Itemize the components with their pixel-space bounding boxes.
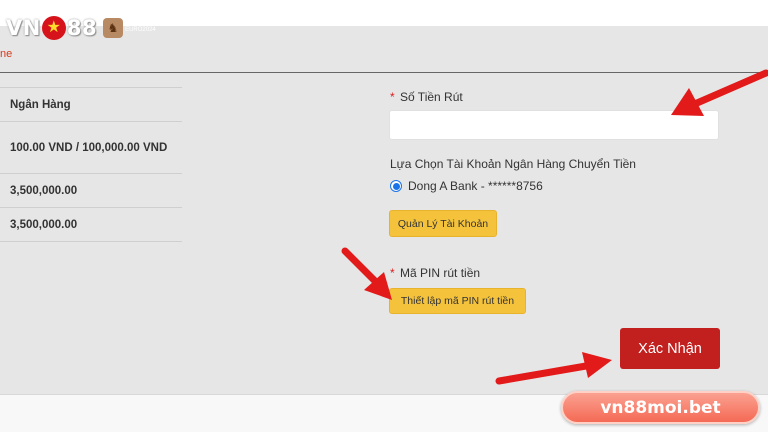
bank-account-option[interactable]: Dong A Bank - ******8756 <box>390 179 543 193</box>
vn88-logo[interactable]: VN ★ 88 ♞ EURO2024 <box>6 12 156 44</box>
bank-account-label: Dong A Bank - ******8756 <box>408 179 543 193</box>
mascot-icon: ♞ <box>103 18 124 38</box>
required-mark: * <box>390 266 395 280</box>
manage-account-button[interactable]: Quản Lý Tài Khoản <box>389 210 497 237</box>
table-row: Ngân Hàng <box>0 88 182 122</box>
logo-small-text: EURO2024 <box>125 27 156 33</box>
logo-prefix: VN <box>6 16 41 40</box>
summary-table: Ngân Hàng 100.00 VND / 100,000.00 VND 3,… <box>0 87 182 242</box>
watermark-badge: vn88moi.bet <box>561 391 760 424</box>
amount-label-text: Số Tiền Rút <box>400 90 463 104</box>
account-select-label: Lựa Chọn Tài Khoản Ngân Hàng Chuyển Tiền <box>390 157 636 171</box>
setup-pin-button[interactable]: Thiết lập mã PIN rút tiền <box>389 288 526 314</box>
required-mark: * <box>390 90 395 104</box>
table-row: 3,500,000.00 <box>0 174 182 208</box>
radio-selected-dot <box>392 182 400 190</box>
logo-suffix: 88 <box>66 16 98 40</box>
amount-label: * Số Tiền Rút <box>390 90 463 104</box>
star-icon: ★ <box>41 16 66 40</box>
divider <box>0 72 768 73</box>
pin-label: * Mã PIN rút tiền <box>390 266 480 280</box>
pin-label-text: Mã PIN rút tiền <box>400 266 481 280</box>
table-row: 3,500,000.00 <box>0 208 182 242</box>
breadcrumb[interactable]: ne <box>0 48 12 60</box>
amount-input[interactable] <box>389 110 719 140</box>
table-row: 100.00 VND / 100,000.00 VND <box>0 122 182 174</box>
confirm-button[interactable]: Xác Nhận <box>620 328 720 369</box>
radio-button[interactable] <box>390 180 402 192</box>
